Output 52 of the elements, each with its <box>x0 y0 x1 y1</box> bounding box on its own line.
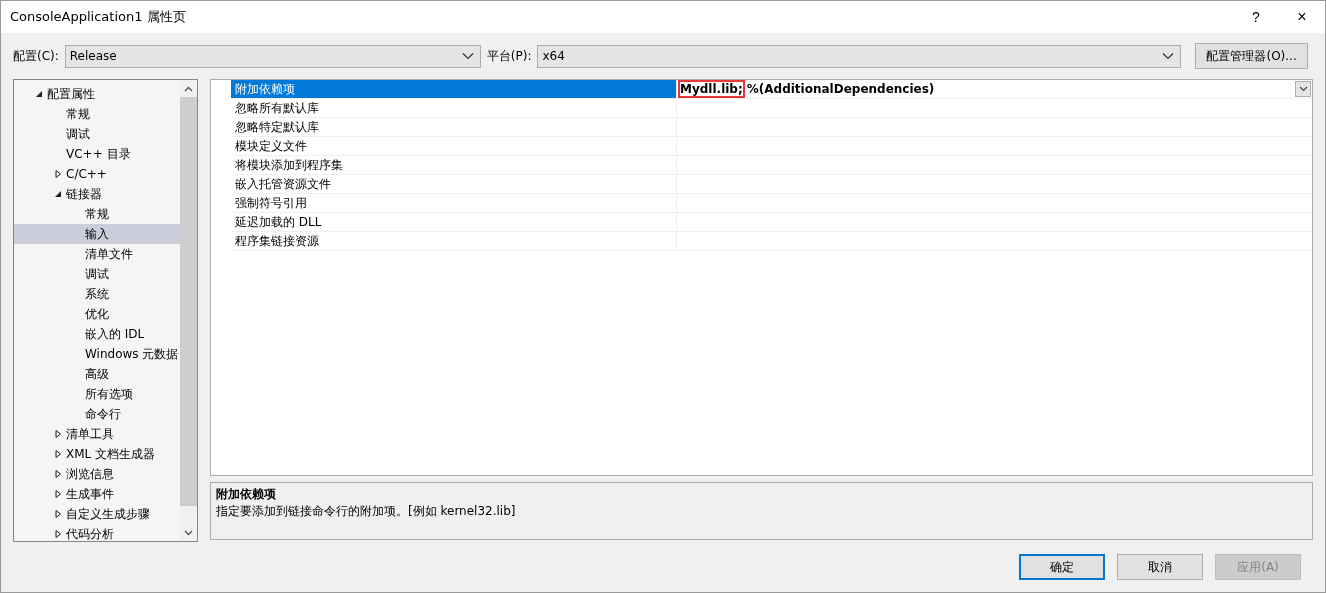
property-name[interactable]: 程序集链接资源 <box>231 232 677 251</box>
chevron-down-icon <box>461 52 474 60</box>
dialog-button[interactable]: 确定 <box>1019 554 1105 580</box>
tree-item[interactable]: 代码分析 <box>14 524 180 544</box>
chevron-down-icon <box>1162 52 1175 60</box>
tree-item[interactable]: C/C++ <box>14 164 180 184</box>
property-value[interactable]: Mydll.lib; %(AdditionalDependencies) <box>677 82 1295 96</box>
property-name[interactable]: 将模块添加到程序集 <box>231 156 677 175</box>
tree-item[interactable]: 配置属性 <box>14 84 180 104</box>
property-name[interactable]: 延迟加载的 DLL <box>231 213 677 232</box>
tree-item[interactable]: 所有选项 <box>14 384 180 404</box>
close-button[interactable]: × <box>1279 1 1325 33</box>
tree-item[interactable]: Windows 元数据 <box>14 344 180 364</box>
property-name[interactable]: 忽略特定默认库 <box>231 118 677 137</box>
tree-item[interactable]: 调试 <box>14 124 180 144</box>
property-name[interactable]: 强制符号引用 <box>231 194 677 213</box>
tree-item[interactable]: 常规 <box>14 204 180 224</box>
description-text: 指定要添加到链接命令行的附加项。[例如 kernel32.lib] <box>216 503 517 520</box>
tree-item[interactable]: 清单文件 <box>14 244 180 264</box>
tree-item[interactable]: 生成事件 <box>14 484 180 504</box>
tree-item[interactable]: 调试 <box>14 264 180 284</box>
property-name[interactable]: 模块定义文件 <box>231 137 677 156</box>
tree-item[interactable]: 优化 <box>14 304 180 324</box>
tree-item[interactable]: 嵌入的 IDL <box>14 324 180 344</box>
tree-item[interactable]: 常规 <box>14 104 180 124</box>
tree-item[interactable]: VC++ 目录 <box>14 144 180 164</box>
property-name[interactable]: 附加依赖项 <box>231 80 677 99</box>
tree-item[interactable]: 清单工具 <box>14 424 180 444</box>
scroll-down-icon <box>184 529 193 536</box>
configuration-label: 配置(C): <box>13 47 59 65</box>
tree-item[interactable]: 输入 <box>14 224 180 244</box>
scroll-up-icon <box>184 85 193 92</box>
description-title: 附加依赖项 <box>216 486 277 503</box>
property-name[interactable]: 嵌入托管资源文件 <box>231 175 677 194</box>
tree-item[interactable]: 浏览信息 <box>14 464 180 484</box>
tree-item[interactable]: 高级 <box>14 364 180 384</box>
help-button[interactable]: ? <box>1233 1 1279 33</box>
tree-item[interactable]: 链接器 <box>14 184 180 204</box>
configuration-dropdown[interactable]: Release <box>64 44 481 68</box>
dropdown-button[interactable] <box>1295 81 1311 97</box>
tree-item[interactable]: 系统 <box>14 284 180 304</box>
platform-dropdown[interactable]: x64 <box>537 44 1182 68</box>
scrollbar-thumb[interactable] <box>180 97 197 506</box>
dialog-button[interactable]: 取消 <box>1117 554 1203 580</box>
chevron-down-icon <box>1298 86 1308 92</box>
tree-item[interactable]: XML 文档生成器 <box>14 444 180 464</box>
window-title: ConsoleApplication1 属性页 <box>10 8 187 26</box>
platform-label: 平台(P): <box>486 47 532 65</box>
configuration-manager-button[interactable]: 配置管理器(O)... <box>1195 43 1308 69</box>
property-name[interactable]: 忽略所有默认库 <box>231 99 677 118</box>
tree-item[interactable]: 自定义生成步骤 <box>14 504 180 524</box>
tree-item[interactable]: 命令行 <box>14 404 180 424</box>
